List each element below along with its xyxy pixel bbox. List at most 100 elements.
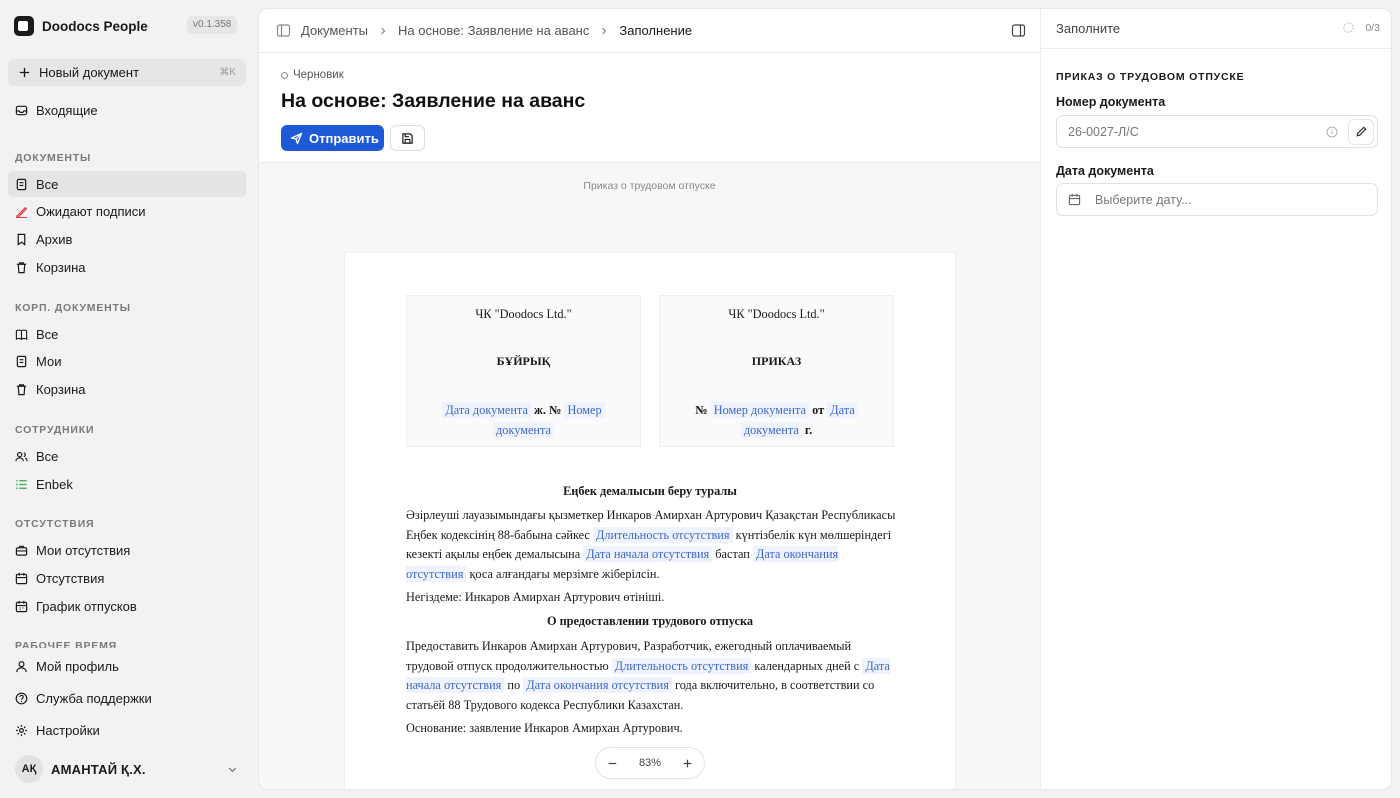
placeholder-absence-duration[interactable]: Длительность отсутствия [592, 526, 733, 543]
placeholder-absence-end[interactable]: Дата окончания отсутствия [523, 677, 672, 694]
send-button[interactable]: Отправить [281, 125, 384, 151]
placeholder-doc-number[interactable]: документа [493, 422, 554, 438]
doc-number-field[interactable]: 26-0027-Л/С [1056, 115, 1378, 148]
fill-panel: Заполните 0/3 ПРИКАЗ О ТРУДОВОМ ОТПУСКЕ … [1040, 9, 1391, 789]
doc-number-value: 26-0027-Л/С [1068, 124, 1139, 139]
placeholder-doc-number[interactable]: Номер [564, 402, 605, 418]
sidebar: Doodocs People v0.1.358 Новый документ ⌘… [0, 0, 258, 798]
zoom-level: 83% [638, 757, 662, 769]
save-icon [402, 132, 413, 144]
app-name: Doodocs People [42, 18, 148, 34]
status-dot-icon [281, 71, 288, 79]
sidebar-item-awaiting-signature[interactable]: Ожидают подписи [8, 198, 246, 224]
document-reference: Дата документа ж. № Номер документа [421, 400, 626, 440]
kz-basis: Негіздеме: Инкаров Амирхан Артурович өті… [406, 590, 665, 604]
pencil-icon [1356, 126, 1367, 137]
document-canvas[interactable]: Приказ о трудовом отпуске ЧК "Doodocs Lt… [259, 162, 1040, 789]
calendar-icon [15, 572, 28, 584]
placeholder-doc-number[interactable]: Номер документа [710, 402, 809, 418]
placeholder-doc-date[interactable]: документа [740, 422, 802, 438]
sidebar-item-label: Все [36, 448, 59, 464]
new-document-label: Новый документ [39, 65, 140, 80]
user-menu[interactable]: АҚ АМАНТАЙ Қ.Х. [8, 752, 246, 786]
template-name: Приказ о трудовом отпуске [583, 180, 716, 192]
book-open-icon [15, 329, 28, 340]
info-icon[interactable] [1326, 126, 1338, 138]
right-panel-toggle-icon[interactable] [1011, 23, 1026, 38]
sidebar-item-absences[interactable]: Отсутствия [8, 565, 246, 591]
status-label: Черновик [293, 69, 344, 81]
brand[interactable]: Doodocs People [14, 16, 148, 36]
calendar-icon [1068, 193, 1081, 206]
ru-paragraph: Предоставить Инкаров Амирхан Артурович, … [406, 637, 896, 715]
sidebar-item-my-absences[interactable]: Мои отсутствия [8, 537, 246, 563]
edit-button[interactable] [1348, 118, 1374, 145]
sidebar-item-enbek[interactable]: Enbek [8, 471, 246, 497]
sidebar-item-archive[interactable]: Архив [8, 226, 246, 252]
sidebar-item-label: Мои отсутствия [36, 542, 131, 558]
sidebar-item-trash[interactable]: Корзина [8, 254, 246, 280]
calendar-grid-icon [15, 600, 28, 612]
sidebar-item-corp-trash[interactable]: Корзина [8, 376, 246, 402]
section-employees-label: СОТРУДНИКИ [15, 424, 95, 436]
zoom-control: 83% [595, 747, 705, 779]
sidebar-item-label: Архив [36, 231, 73, 247]
document-kind: БҰЙРЫҚ [496, 354, 551, 368]
sidebar-toggle-icon[interactable] [276, 23, 291, 38]
save-button[interactable] [390, 125, 425, 151]
send-button-label: Отправить [309, 130, 379, 146]
section-documents-label: ДОКУМЕНТЫ [15, 152, 92, 164]
main-panel: Документы На основе: Заявление на аванс … [258, 8, 1392, 790]
sidebar-item-label: Все [36, 326, 59, 342]
sidebar-item-profile[interactable]: Мой профиль [8, 653, 246, 679]
paragraph-text: бастап [715, 547, 750, 562]
placeholder-doc-date[interactable]: Дата [827, 402, 858, 418]
plus-icon [19, 67, 30, 78]
sidebar-item-employees-all[interactable]: Все [8, 443, 246, 469]
paragraph-text: қоса алғандағы мерзімге жіберілсін. [469, 566, 660, 581]
sidebar-item-docs-all[interactable]: Все [8, 171, 246, 197]
sidebar-item-settings[interactable]: Настройки [8, 717, 246, 743]
kz-paragraph: Әзірлеуші лауазымындағы қызметкер Инкаро… [406, 506, 896, 584]
chevron-down-icon [228, 767, 237, 772]
placeholder-doc-date[interactable]: Дата документа [442, 402, 531, 418]
document-icon [16, 178, 27, 190]
sidebar-item-label: График отпусков [36, 598, 137, 614]
zoom-out-icon[interactable] [606, 757, 619, 770]
sidebar-item-label: Корзина [36, 259, 86, 275]
ru-basis: Основание: заявление Инкаров Амирхан Арт… [406, 721, 683, 735]
doc-date-picker[interactable]: Выберите дату... [1056, 183, 1378, 216]
ref-text: г. [804, 423, 813, 437]
breadcrumb-current: Заполнение [619, 23, 693, 38]
breadcrumb-documents[interactable]: Документы [301, 23, 368, 38]
help-circle-icon [15, 692, 28, 704]
users-icon [15, 451, 28, 461]
status-badge: Черновик [281, 69, 585, 81]
progress-count: 0/3 [1365, 21, 1380, 34]
bookmark-icon [17, 233, 26, 246]
section-work-time-label: РАБОЧЕЕ ВРЕМЯ [15, 640, 117, 648]
sidebar-item-inbox[interactable]: Входящие [8, 97, 246, 123]
breadcrumb: Документы На основе: Заявление на аванс … [259, 9, 1040, 53]
sidebar-item-vacation-schedule[interactable]: График отпусков [8, 593, 246, 619]
fill-panel-header: Заполните 0/3 [1041, 9, 1391, 49]
sidebar-item-label: Enbek [36, 476, 73, 492]
placeholder-absence-start[interactable]: Дата начала отсутствия [583, 546, 713, 563]
breadcrumb-document[interactable]: На основе: Заявление на аванс [398, 23, 589, 38]
document-page: ЧК "Doodocs Ltd." БҰЙРЫҚ Дата документа … [345, 253, 955, 789]
gear-icon [15, 724, 28, 736]
zoom-in-icon[interactable] [681, 757, 694, 770]
ru-section-title: О предоставлении трудового отпуска [546, 614, 754, 628]
sidebar-item-corp-all[interactable]: Все [8, 321, 246, 347]
placeholder-absence-duration[interactable]: Длительность отсутствия [611, 657, 752, 674]
sidebar-item-corp-mine[interactable]: Мои [8, 348, 246, 374]
org-name: ЧК "Doodocs Ltd." [475, 307, 572, 321]
sidebar-item-support[interactable]: Служба поддержки [8, 685, 246, 711]
section-corp-docs-label: КОРП. ДОКУМЕНТЫ [15, 302, 131, 314]
inbox-icon [15, 105, 28, 115]
avatar: АҚ [15, 755, 43, 783]
list-icon [16, 479, 27, 489]
sidebar-item-label: Настройки [36, 722, 100, 738]
sidebar-item-label: Мой профиль [36, 658, 119, 674]
new-document-button[interactable]: Новый документ ⌘K [8, 59, 246, 86]
